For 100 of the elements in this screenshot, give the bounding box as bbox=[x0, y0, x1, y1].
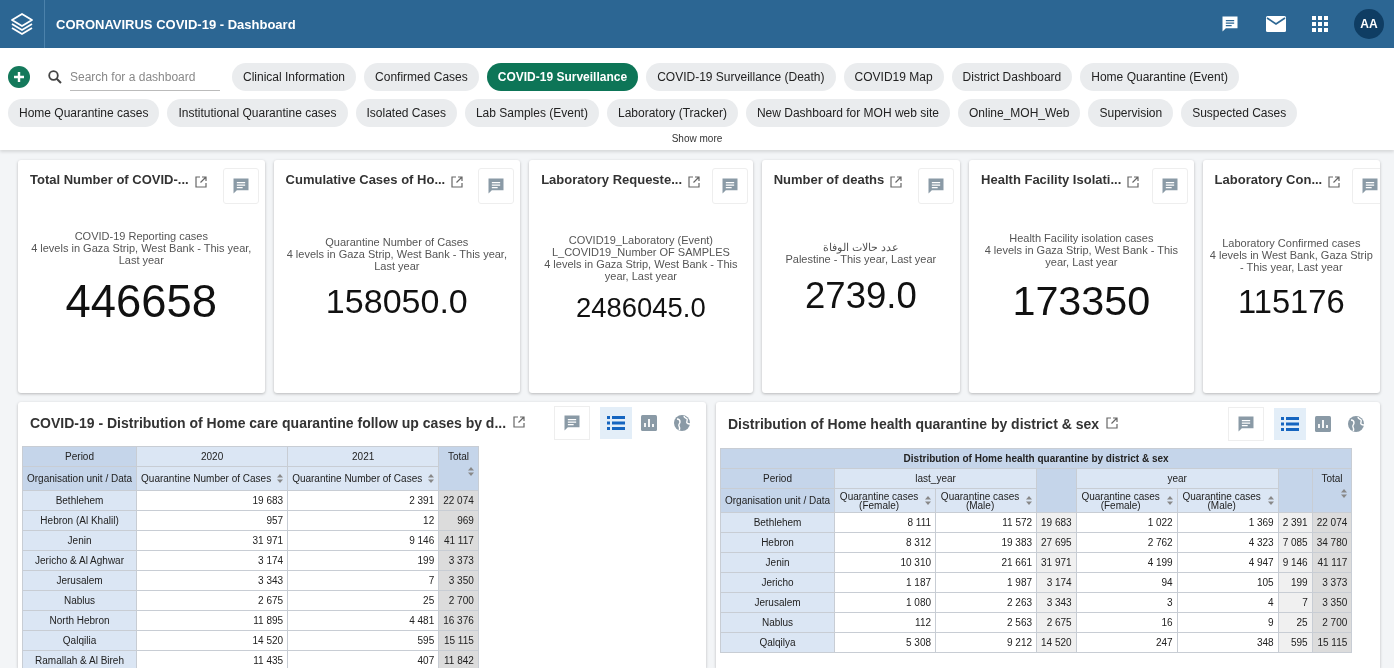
row-header-cell: Jenin bbox=[22, 530, 137, 551]
dashboard-chip[interactable]: Confirmed Cases bbox=[364, 63, 479, 91]
dashboard-chip[interactable]: Online_MOH_Web bbox=[957, 99, 1081, 127]
card-title: Total Number of COVID-... bbox=[30, 172, 189, 187]
comment-icon bbox=[926, 176, 947, 196]
external-link-icon[interactable] bbox=[1328, 176, 1341, 188]
header-cell: 2021 bbox=[287, 446, 439, 467]
card-description: 4 levels in Gaza Strip, West Bank - This year, Last year bbox=[285, 248, 508, 272]
dashboard-chip[interactable]: COVID-19 Surveillance (Death) bbox=[646, 63, 836, 91]
external-link-icon[interactable] bbox=[451, 176, 464, 188]
comment-button[interactable] bbox=[478, 168, 515, 204]
apps-grid-icon[interactable] bbox=[1312, 16, 1328, 32]
card-title: Laboratory Con... bbox=[1214, 172, 1323, 187]
comment-icon bbox=[1360, 176, 1380, 196]
plus-icon bbox=[13, 71, 25, 83]
row-header-cell: Jenin bbox=[720, 552, 835, 573]
dashboard-chip[interactable]: Clinical Information bbox=[232, 63, 357, 91]
header-cell: Total bbox=[438, 446, 479, 491]
card-description: Health Facility isolation cases bbox=[1008, 232, 1155, 244]
card-description: 4 levels in West Bank, Gaza Strip - This year, Last year bbox=[1208, 248, 1374, 273]
show-more-link[interactable]: Show more bbox=[671, 133, 723, 144]
sort-icon[interactable] bbox=[467, 467, 474, 476]
header-cell: Organisation unit / Data bbox=[22, 466, 137, 491]
header-cell: Period bbox=[720, 468, 835, 489]
sort-icon[interactable] bbox=[925, 496, 932, 505]
kpi-value: 446658 bbox=[64, 275, 218, 328]
header-cell: Quarantine cases (Female) bbox=[834, 488, 936, 513]
table-view-button[interactable] bbox=[600, 407, 632, 439]
external-link-icon[interactable] bbox=[194, 176, 207, 188]
comment-icon bbox=[230, 176, 251, 196]
sort-icon[interactable] bbox=[1166, 496, 1173, 505]
comment-button[interactable] bbox=[554, 406, 590, 440]
dashboard-chip[interactable]: District Dashboard bbox=[951, 63, 1073, 91]
add-dashboard-button[interactable] bbox=[8, 66, 30, 88]
globe-icon bbox=[673, 414, 691, 432]
user-avatar[interactable]: AA bbox=[1354, 9, 1384, 39]
dashboard-chip[interactable]: Home Quarantine (Event) bbox=[1080, 63, 1239, 91]
comment-icon bbox=[1159, 176, 1180, 196]
row-header-cell: Nablus bbox=[22, 590, 137, 611]
mail-icon[interactable] bbox=[1266, 16, 1286, 32]
kpi-value: 2739.0 bbox=[804, 274, 918, 317]
layers-logo-icon[interactable] bbox=[9, 11, 35, 37]
search-field[interactable]: Search for a dashboard bbox=[70, 63, 220, 91]
kpi-value: 115176 bbox=[1237, 282, 1346, 321]
search-icon bbox=[48, 70, 62, 84]
sort-icon[interactable] bbox=[1341, 489, 1348, 498]
comment-button[interactable] bbox=[1228, 407, 1264, 441]
card-description: عدد حالات الوفاة bbox=[821, 240, 900, 253]
comment-button[interactable] bbox=[222, 168, 259, 204]
dashboard-chip[interactable]: Lab Samples (Event) bbox=[464, 99, 599, 127]
comment-icon bbox=[562, 413, 582, 433]
row-header-cell: Hebron bbox=[720, 532, 835, 553]
external-link-icon[interactable] bbox=[1127, 176, 1140, 188]
card-title: Cumulative Cases of Ho... bbox=[285, 172, 446, 187]
row-header-cell: North Hebron bbox=[22, 610, 137, 631]
dashboard-chip[interactable]: Suspected Cases bbox=[1181, 99, 1298, 127]
header-cell: Total bbox=[1312, 468, 1352, 513]
dashboard-chip[interactable]: Home Quarantine cases bbox=[8, 99, 160, 127]
card-description: 4 levels in Gaza Strip, West Bank - This year, Last year bbox=[983, 244, 1180, 268]
comment-button[interactable] bbox=[712, 168, 748, 204]
sort-icon[interactable] bbox=[1267, 496, 1274, 505]
dashboard-chip[interactable]: Laboratory (Tracker) bbox=[606, 99, 738, 127]
external-link-icon[interactable] bbox=[513, 416, 526, 428]
bar-chart-icon bbox=[641, 415, 657, 431]
table-list-icon bbox=[607, 415, 625, 431]
bar-chart-icon bbox=[1315, 416, 1331, 432]
dashboard-chip[interactable]: Institutional Quarantine cases bbox=[167, 99, 348, 127]
header-cell: Quarantine cases (Male) bbox=[935, 488, 1037, 513]
comment-button[interactable] bbox=[1151, 168, 1188, 204]
kpi-value: 2486045.0 bbox=[575, 291, 707, 324]
table-view-button[interactable] bbox=[1274, 408, 1306, 440]
panel-title: COVID-19 - Distribution of Home care quarantine follow up cases by d... bbox=[30, 415, 507, 431]
sort-icon[interactable] bbox=[277, 474, 284, 483]
kpi-value: 173350 bbox=[1011, 278, 1152, 325]
row-header-cell: Jerusalem bbox=[720, 592, 835, 613]
external-link-icon[interactable] bbox=[890, 176, 903, 188]
row-header-cell: Jericho bbox=[720, 572, 835, 593]
comment-icon bbox=[486, 176, 507, 196]
header-cell: Quarantine cases (Male) bbox=[1177, 488, 1279, 513]
dashboard-chip[interactable]: Supervision bbox=[1088, 99, 1174, 127]
dashboard-chip[interactable]: COVID-19 Surveillance bbox=[486, 63, 639, 91]
kpi-value: 158050.0 bbox=[324, 282, 469, 321]
comment-button[interactable] bbox=[1352, 168, 1380, 204]
sort-icon[interactable] bbox=[428, 474, 435, 483]
card-description: 4 levels in Gaza Strip, West Bank - This year, Last year bbox=[543, 257, 739, 282]
row-header-cell: Qalqilya bbox=[720, 632, 835, 653]
dashboard-chip[interactable]: COVID19 Map bbox=[843, 63, 944, 91]
sort-icon[interactable] bbox=[1026, 496, 1033, 505]
dashboard-chip[interactable]: Isolated Cases bbox=[355, 99, 457, 127]
external-link-icon[interactable] bbox=[688, 176, 700, 188]
header-cell: Quarantine Number of Cases bbox=[287, 466, 439, 491]
card-description: 4 levels in Gaza Strip, West Bank - This year, Last year bbox=[30, 241, 253, 266]
external-link-icon[interactable] bbox=[1106, 417, 1119, 429]
chat-icon[interactable] bbox=[1220, 14, 1240, 34]
panel-title: Distribution of Home health quarantine by district & sex bbox=[728, 416, 1100, 432]
table-list-icon bbox=[1281, 416, 1299, 432]
dashboard-chip[interactable]: New Dashboard for MOH web site bbox=[745, 99, 950, 127]
table-title: Distribution of Home health quarantine by district & sex bbox=[720, 448, 1352, 469]
header-cell: Quarantine cases (Female) bbox=[1076, 488, 1178, 513]
comment-button[interactable] bbox=[918, 168, 955, 204]
